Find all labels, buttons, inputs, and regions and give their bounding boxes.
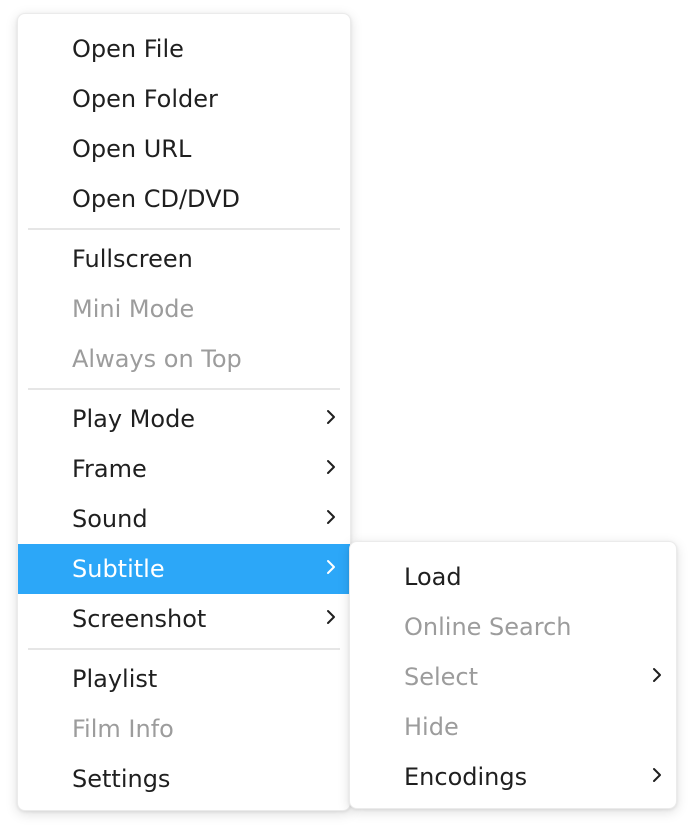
chevron-right-icon [324,407,338,427]
context-menu: Open File Open Folder Open URL Open CD/D… [17,13,351,811]
menu-item-label: Sound [72,505,148,533]
chevron-right-icon [324,507,338,527]
menu-item-label: Open CD/DVD [72,185,241,213]
menu-item-label: Open Folder [72,85,218,113]
menu-item-sound[interactable]: Sound [18,494,350,544]
menu-item-open-folder[interactable]: Open Folder [18,74,350,124]
menu-item-label: Hide [404,713,459,741]
menu-item-settings[interactable]: Settings [18,754,350,804]
menu-item-label: Frame [72,455,147,483]
subtitle-submenu: Load Online Search Select Hide Encodings [349,541,677,809]
chevron-right-icon [650,765,664,785]
menu-item-label: Settings [72,765,171,793]
menu-item-label: Fullscreen [72,245,193,273]
menu-item-label: Encodings [404,763,528,791]
menu-item-open-cd-dvd[interactable]: Open CD/DVD [18,174,350,224]
menu-item-frame[interactable]: Frame [18,444,350,494]
menu-item-fullscreen[interactable]: Fullscreen [18,234,350,284]
menu-item-film-info: Film Info [18,704,350,754]
menu-item-play-mode[interactable]: Play Mode [18,394,350,444]
menu-separator [28,648,340,650]
menu-item-label: Select [404,663,479,691]
menu-item-always-on-top: Always on Top [18,334,350,384]
menu-item-subtitle[interactable]: Subtitle [18,544,350,594]
chevron-right-icon [324,557,338,577]
menu-item-open-url[interactable]: Open URL [18,124,350,174]
menu-separator [28,228,340,230]
menu-separator [28,388,340,390]
menu-item-label: Playlist [72,665,158,693]
menu-item-label: Online Search [404,613,572,641]
submenu-item-encodings[interactable]: Encodings [350,752,676,802]
menu-item-label: Open File [72,35,184,63]
menu-item-label: Film Info [72,715,174,743]
menu-item-label: Open URL [72,135,192,163]
menu-item-label: Screenshot [72,605,207,633]
menu-item-label: Mini Mode [72,295,195,323]
menu-item-label: Subtitle [72,555,165,583]
chevron-right-icon [650,665,664,685]
menu-item-screenshot[interactable]: Screenshot [18,594,350,644]
submenu-item-load[interactable]: Load [350,552,676,602]
menu-item-label: Play Mode [72,405,196,433]
menu-item-playlist[interactable]: Playlist [18,654,350,704]
menu-item-label: Always on Top [72,345,242,373]
chevron-right-icon [324,607,338,627]
menu-item-mini-mode: Mini Mode [18,284,350,334]
menu-item-label: Load [404,563,462,591]
submenu-item-online-search: Online Search [350,602,676,652]
submenu-item-hide: Hide [350,702,676,752]
menu-item-open-file[interactable]: Open File [18,24,350,74]
submenu-item-select: Select [350,652,676,702]
chevron-right-icon [324,457,338,477]
